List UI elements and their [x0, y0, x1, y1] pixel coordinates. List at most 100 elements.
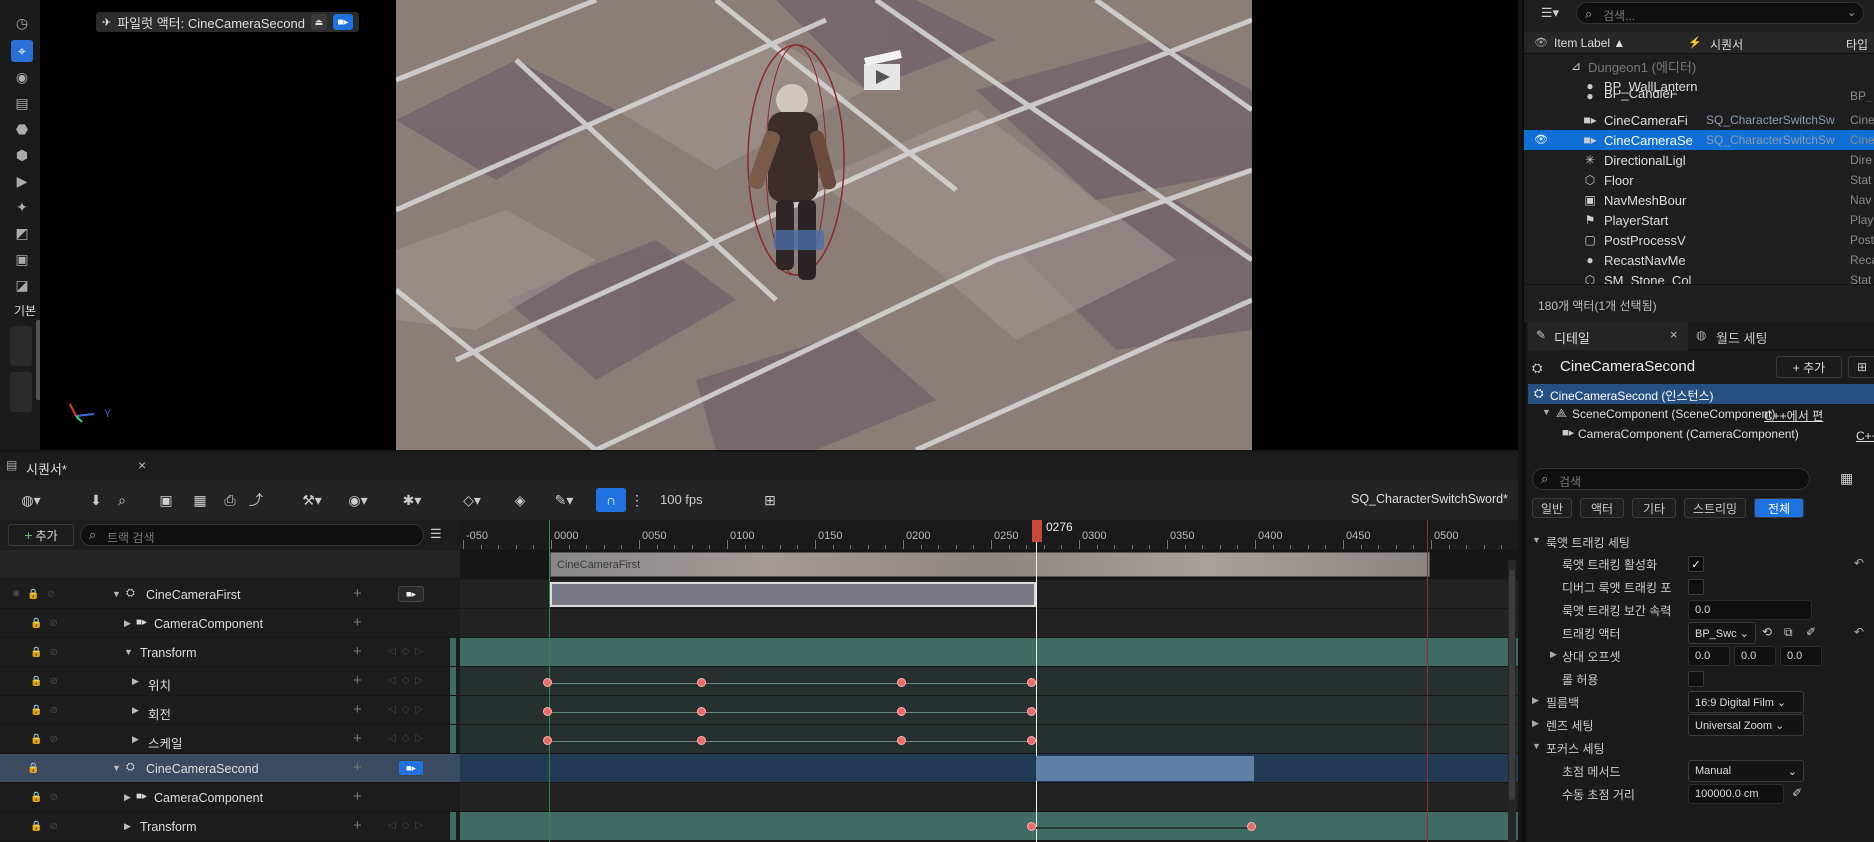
key-navigation-icons[interactable]: ◁◇▷ [388, 733, 429, 744]
save-icon[interactable]: ⬇ [84, 488, 108, 512]
level-viewport[interactable]: ✈ 파일럿 액터: CineCameraSecond ⏏ ■▸ Y [40, 0, 1518, 450]
close-icon[interactable]: × [138, 457, 146, 473]
track-row[interactable]: ✱🔒⊘ ▼ ⛭ CineCameraFirst ■▸ + [0, 580, 460, 609]
snap-options-icon[interactable]: ⋮ [630, 488, 644, 512]
find-asset-icon[interactable]: ⌕ [110, 488, 134, 512]
geometry-icon[interactable]: ◩ [11, 222, 33, 244]
expand-arrow-icon[interactable]: ▶ [124, 792, 131, 803]
outliner-row[interactable]: ✳ DirectionalLigl Dire [1524, 150, 1874, 170]
lookat-debug-checkbox[interactable] [1688, 579, 1704, 595]
lock-icons[interactable]: 🔒⊘ [30, 647, 65, 658]
add-key-icon[interactable]: + [353, 701, 362, 718]
browse-icon[interactable]: ⧉ [1784, 625, 1793, 640]
eyedropper-icon[interactable]: ✐ [1806, 625, 1816, 639]
keyframe[interactable] [897, 678, 906, 687]
landscape-icon[interactable]: ◉ [11, 66, 33, 88]
keyframe[interactable] [543, 736, 552, 745]
column-type[interactable]: 타입 [1846, 36, 1868, 53]
add-key-icon[interactable]: + [353, 730, 362, 747]
reset-icon[interactable]: ↶ [1854, 556, 1864, 570]
key-navigation-icons[interactable]: ◁◇▷ [388, 675, 429, 686]
track-search-input[interactable]: ⌕ 트랙 검색 [80, 524, 424, 546]
track-lane[interactable] [460, 638, 1518, 667]
filter-3[interactable]: 스트리밍 [1684, 498, 1746, 518]
track-row[interactable]: 🔒⊘ ▶ 위치 ◁◇▷ + [0, 667, 460, 696]
outliner-row[interactable]: ■▸ CineCameraFi SQ_CharacterSwitchSw Cine [1524, 110, 1874, 130]
clapper-icon[interactable]: ▦ [188, 488, 212, 512]
add-key-icon[interactable]: + [353, 788, 362, 805]
cpp-link[interactable]: C++에서 편 [1764, 407, 1823, 424]
close-icon[interactable]: × [1670, 327, 1678, 342]
scene-component-row[interactable]: ▼ ⟁ SceneComponent (SceneComponent) C++에… [1528, 404, 1874, 424]
camera-view-icon[interactable]: ■▸ [332, 14, 353, 30]
manual-focus-input[interactable]: 100000.0 cm [1688, 784, 1784, 804]
offset-z-input[interactable]: 0.0 [1780, 646, 1822, 666]
expand-arrow-icon[interactable]: ▶ [132, 676, 139, 687]
track-row[interactable]: 🔒⊘ ▶ 회전 ◁◇▷ + [0, 696, 460, 725]
fracture-icon[interactable]: ▶ [11, 170, 33, 192]
layers-icon[interactable]: ▣ [11, 248, 33, 270]
camera-lock-icon[interactable]: ■▸ [398, 586, 424, 602]
expand-arrow-icon[interactable]: ▶ [132, 705, 139, 716]
outliner-row[interactable]: ● BP_CandleF BP_ [1524, 90, 1874, 102]
keyframe[interactable] [1027, 822, 1036, 831]
camera-component-section-2[interactable] [1036, 756, 1254, 781]
filter-0[interactable]: 일반 [1532, 498, 1572, 518]
expand-arrow-icon[interactable]: ▶ [124, 821, 131, 832]
expand-arrow-icon[interactable]: ▼ [112, 763, 121, 773]
playhead-handle[interactable] [1030, 520, 1044, 546]
filter-1[interactable]: 액터 [1580, 498, 1624, 518]
tab-sequencer[interactable]: ▤ 시퀀서* × [0, 452, 160, 480]
expand-arrow-icon[interactable]: ▼ [1542, 407, 1551, 417]
camera-add-icon[interactable]: ⎙ [218, 488, 242, 512]
track-lane[interactable] [460, 783, 1518, 812]
add-key-icon[interactable]: + [353, 643, 362, 660]
filter-2[interactable]: 기타 [1632, 498, 1676, 518]
lookat-enable-checkbox[interactable]: ✓ [1688, 556, 1704, 572]
outliner-row[interactable]: ▢ PostProcessV Post [1524, 230, 1874, 250]
keyframe[interactable] [543, 707, 552, 716]
fps-dropdown[interactable]: 100 fps [660, 492, 740, 516]
outliner-search-input[interactable]: ⌕ 검색... ⌄ [1576, 2, 1864, 24]
keyframe[interactable] [697, 678, 706, 687]
edit-dropdown-icon[interactable]: ✎▾ [544, 488, 584, 512]
key-navigation-icons[interactable]: ◁◇▷ [388, 820, 429, 831]
expand-arrow-icon[interactable]: ▶ [132, 734, 139, 745]
expand-arrow-icon[interactable]: ▼ [124, 647, 133, 657]
key-navigation-icons[interactable]: ◁◇▷ [388, 646, 429, 657]
timecode-icon[interactable]: ⊞ [758, 488, 782, 512]
lookat-speed-input[interactable]: 0.0 [1688, 600, 1812, 620]
add-track-button[interactable]: + 추가 [8, 524, 74, 546]
track-row[interactable]: 🔒⊘ ▶ ■▸ CameraComponent + [0, 609, 460, 638]
details-search-input[interactable]: ⌕ 검색 [1532, 468, 1810, 490]
keyframe[interactable] [697, 736, 706, 745]
camera-component-section[interactable] [550, 582, 1036, 607]
snap-icon[interactable]: ∩ [596, 488, 626, 512]
focus-method-dropdown[interactable]: Manual ⌄ [1688, 760, 1804, 782]
outliner-row[interactable]: ⚑ PlayerStart Play [1524, 210, 1874, 230]
track-lane[interactable] [460, 725, 1518, 754]
filter-4[interactable]: 전체 [1754, 498, 1804, 518]
track-lane[interactable] [460, 609, 1518, 638]
track-row[interactable]: ✱🔒⊘ ▼ ⛭ CineCameraSecond ■▸ + [0, 754, 460, 783]
track-lane[interactable] [460, 754, 1518, 783]
pin-lock-icons[interactable]: ✱🔒⊘ [12, 589, 62, 600]
key-navigation-icons[interactable]: ◁◇▷ [388, 704, 429, 715]
place-actor-icon-2[interactable] [10, 372, 32, 412]
settings-dropdown-icon[interactable]: ⚒▾ [292, 488, 332, 512]
cpp-link-2[interactable]: C++에서 [1856, 427, 1874, 444]
expand-arrow-icon[interactable]: ▶ [1532, 695, 1539, 706]
reset-icon[interactable]: ↶ [1854, 625, 1864, 639]
track-row[interactable]: 🔒⊘ ▶ 스케일 ◁◇▷ + [0, 725, 460, 754]
keyframe[interactable] [543, 678, 552, 687]
auto-key-icon[interactable]: ◈ [508, 488, 532, 512]
add-key-icon[interactable]: + [353, 614, 362, 631]
allow-roll-checkbox[interactable] [1688, 671, 1704, 687]
expand-arrow-icon[interactable]: ▶ [1550, 649, 1557, 660]
camera-lock-icon[interactable]: ■▸ [398, 760, 424, 776]
foliage-icon[interactable]: ▤ [11, 92, 33, 114]
modeling-icon[interactable]: ⬢ [11, 144, 33, 166]
scene-view[interactable] [396, 0, 1252, 450]
lock-icons[interactable]: 🔒⊘ [30, 676, 65, 687]
world-dropdown-icon[interactable]: ◍▾ [10, 488, 52, 512]
